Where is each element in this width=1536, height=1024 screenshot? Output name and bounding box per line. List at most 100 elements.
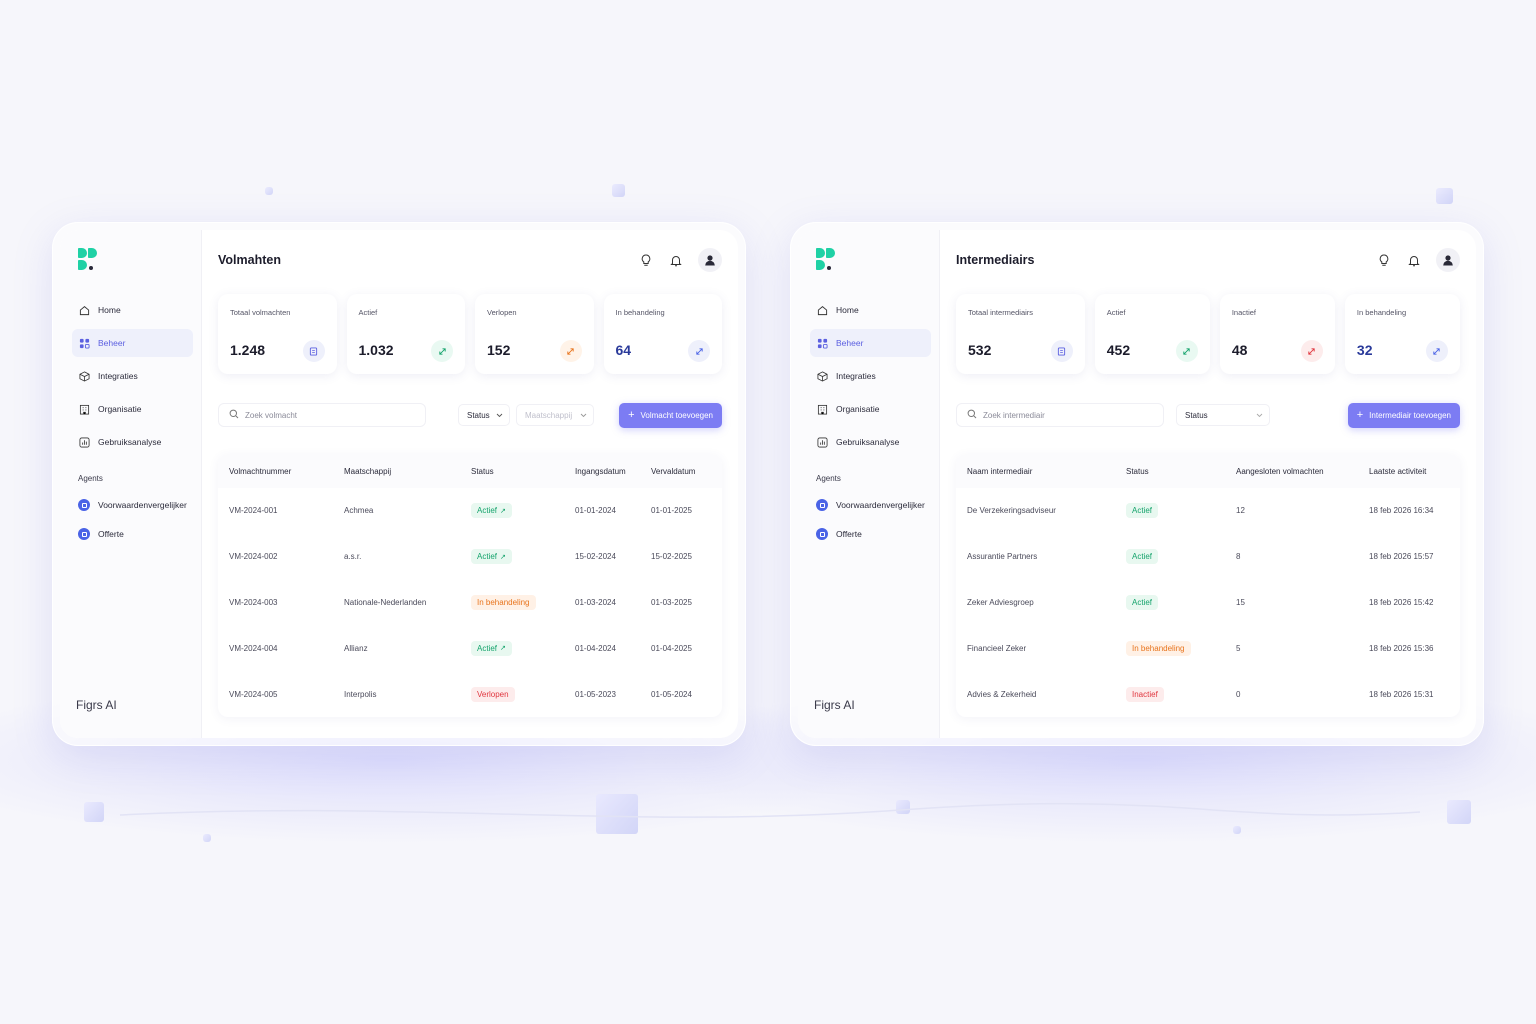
search-input[interactable]: Zoek volmacht: [218, 403, 426, 427]
column-header[interactable]: Status: [460, 467, 564, 476]
chevron-down-icon: [1256, 411, 1263, 420]
maatschappij-filter[interactable]: Maatschappij: [516, 404, 594, 426]
agent-icon: [78, 499, 90, 511]
add-volmacht-button[interactable]: + Volmacht toevoegen: [619, 402, 722, 428]
decor-cube: [612, 184, 625, 197]
plus-icon: +: [628, 408, 635, 421]
table-cell: Actief ↗: [460, 503, 564, 519]
table-cell: 5: [1236, 643, 1241, 653]
sidebar-item-integraties[interactable]: Integraties: [810, 362, 931, 390]
column-header[interactable]: Volmachtnummer: [218, 467, 333, 476]
brand-logo[interactable]: [78, 248, 100, 274]
table-row[interactable]: VM-2024-003 Nationale-Nederlanden In beh…: [218, 580, 722, 626]
table-row[interactable]: Zeker Adviesgroep Actief 15 18 feb 2026 …: [956, 580, 1460, 626]
table-row[interactable]: VM-2024-002 a.s.r. Actief ↗ 15-02-2024 15…: [218, 534, 722, 580]
agent-label: Offerte: [836, 529, 862, 539]
stat-card-actief: Actief 1.032: [346, 294, 465, 374]
avatar[interactable]: [1436, 248, 1460, 272]
table-row[interactable]: Assurantie Partners Actief 8 18 feb 2026…: [956, 534, 1460, 580]
trend-icon: [688, 340, 710, 362]
column-header[interactable]: Status: [1115, 467, 1225, 476]
agent-label: Offerte: [98, 529, 124, 539]
add-intermediair-label: Intermediair toevoegen: [1369, 410, 1451, 420]
status-badge: Actief ↗: [471, 503, 512, 519]
plus-icon: +: [1356, 408, 1364, 421]
lightbulb-icon[interactable]: [1376, 252, 1392, 268]
table-row[interactable]: De Verzekeringsadviseur Actief 12 18 feb…: [956, 488, 1460, 534]
bell-icon[interactable]: [1406, 252, 1422, 268]
table-cell: Actief ↗: [460, 640, 564, 656]
sidebar-item-label: Home: [836, 305, 859, 315]
add-intermediair-button[interactable]: + Intermediair toevoegen: [1347, 402, 1460, 428]
column-header[interactable]: Aangesloten volmachten: [1225, 467, 1358, 476]
sidebar-item-home[interactable]: Home: [810, 296, 931, 324]
table-cell: 12: [1236, 506, 1245, 516]
grid-icon: [816, 337, 828, 349]
table-cell: 18 feb 2026 15:57: [1369, 552, 1434, 562]
agent-icon: [816, 499, 828, 511]
stats-row: Totaal intermediairs 532 Actief 452 Inac…: [956, 294, 1460, 374]
sidebar-item-organisatie[interactable]: Organisatie: [72, 395, 193, 423]
chevron-down-icon: [580, 411, 587, 420]
stat-label: In behandeling: [615, 308, 665, 317]
agent-item-voorwaardenvergelijker[interactable]: Voorwaardenvergelijker: [72, 493, 193, 517]
table-cell: Verlopen: [460, 686, 564, 702]
table-row[interactable]: Advies & Zekerheid Inactief 0 18 feb 202…: [956, 671, 1460, 717]
sidebar-item-gebruiksanalyse[interactable]: Gebruiksanalyse: [72, 428, 193, 456]
cube-icon: [816, 370, 828, 382]
add-volmacht-label: Volmacht toevoegen: [640, 410, 714, 420]
stat-card-actief: Actief 452: [1094, 294, 1210, 374]
agent-icon: [78, 528, 90, 540]
status-filter-label: Status: [467, 410, 490, 420]
table-row[interactable]: VM-2024-001 Achmea Actief ↗ 01-01-2024 01…: [218, 488, 722, 534]
table-row[interactable]: VM-2024-004 Allianz Actief ↗ 01-04-2024 0…: [218, 625, 722, 671]
search-input[interactable]: Zoek intermediair: [956, 403, 1164, 427]
sidebar-item-label: Gebruiksanalyse: [836, 437, 900, 447]
stat-value: 64: [615, 342, 632, 358]
sidebar-item-label: Organisatie: [836, 404, 880, 414]
stat-card-verlopen: Verlopen 152: [475, 294, 594, 374]
status-filter[interactable]: Status: [458, 404, 510, 426]
stat-value: 48: [1231, 342, 1248, 358]
topbar: Volmahten: [218, 230, 722, 286]
status-filter[interactable]: Status: [1176, 404, 1270, 426]
sidebar-item-beheer[interactable]: Beheer: [72, 329, 193, 357]
agent-item-offerte[interactable]: Offerte: [810, 522, 931, 546]
intermediairs-device: Home Beheer Integraties Organisatie Gebr…: [790, 222, 1484, 746]
sidebar-item-gebruiksanalyse[interactable]: Gebruiksanalyse: [810, 428, 931, 456]
document-icon: [1050, 340, 1073, 362]
sidebar: Home Beheer Integraties Organisatie Gebr…: [60, 230, 202, 738]
table-cell: VM-2024-002: [229, 552, 278, 562]
agent-item-voorwaardenvergelijker[interactable]: Voorwaardenvergelijker: [810, 493, 931, 517]
stat-card-totaal: Totaal volmachten 1.248: [218, 294, 337, 374]
status-badge: Actief ↗: [471, 640, 512, 656]
table-header: Naam intermediair Status Aangesloten vol…: [956, 454, 1460, 488]
stat-value: 452: [1106, 342, 1131, 358]
status-badge: Actief: [1126, 594, 1159, 610]
brand-logo[interactable]: [816, 248, 838, 274]
search-placeholder: Zoek intermediair: [983, 410, 1045, 420]
status-badge: In behandeling: [471, 594, 536, 610]
column-header[interactable]: Laatste activiteit: [1358, 467, 1458, 476]
agent-item-offerte[interactable]: Offerte: [72, 522, 193, 546]
avatar[interactable]: [698, 248, 722, 272]
stat-label: Totaal volmachten: [230, 308, 291, 317]
lightbulb-icon[interactable]: [638, 252, 654, 268]
column-header[interactable]: Maatschappij: [333, 467, 460, 476]
table-cell: 0: [1236, 689, 1241, 699]
bell-icon[interactable]: [668, 252, 684, 268]
column-header[interactable]: Vervaldatum: [640, 467, 718, 476]
column-header[interactable]: Naam intermediair: [956, 467, 1115, 476]
decor-cube: [203, 834, 211, 842]
building-icon: [78, 403, 90, 415]
sidebar-item-beheer[interactable]: Beheer: [810, 329, 931, 357]
sidebar-item-integraties[interactable]: Integraties: [72, 362, 193, 390]
decor-cube: [84, 802, 104, 822]
sidebar-item-label: Gebruiksanalyse: [98, 437, 162, 447]
column-header[interactable]: Ingangsdatum: [564, 467, 640, 476]
status-badge: Inactief: [1126, 686, 1164, 702]
sidebar-item-home[interactable]: Home: [72, 296, 193, 324]
sidebar-item-organisatie[interactable]: Organisatie: [810, 395, 931, 423]
table-row[interactable]: VM-2024-005 Interpolis Verlopen 01-05-20…: [218, 671, 722, 717]
table-row[interactable]: Financieel Zeker In behandeling 5 18 feb…: [956, 625, 1460, 671]
